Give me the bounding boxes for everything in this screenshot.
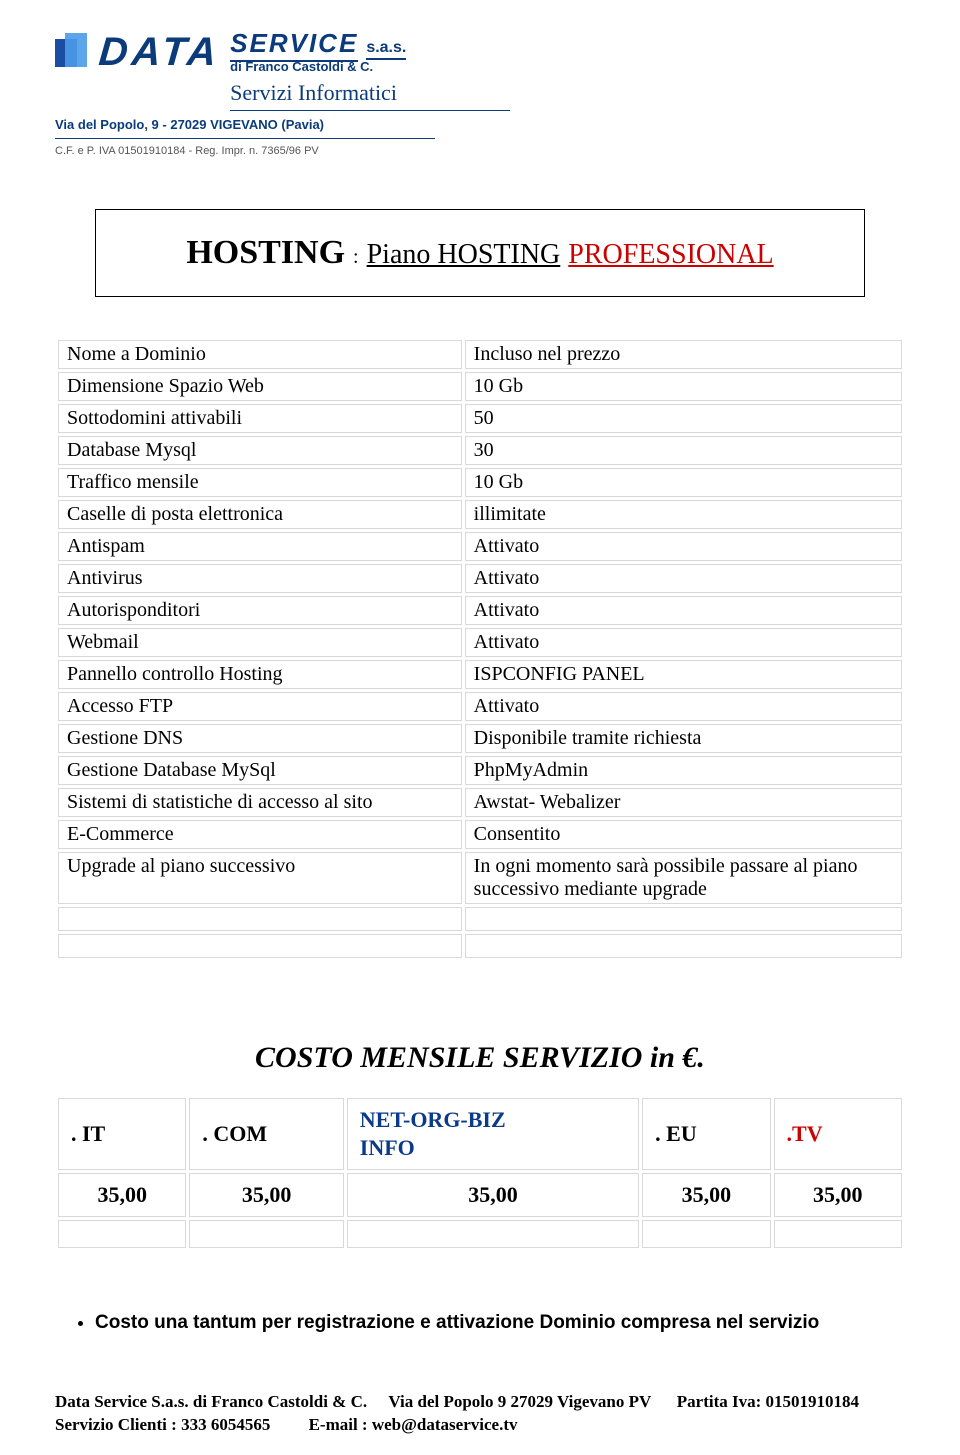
footer-company: Data Service S.a.s. di Franco Castoldi &… <box>55 1392 367 1411</box>
spec-label: Antispam <box>58 532 462 561</box>
brand-script: Servizi Informatici <box>230 80 510 111</box>
spec-row: Dimensione Spazio Web 10 Gb <box>58 372 902 401</box>
spec-value: Disponibile tramite richiesta <box>465 724 902 753</box>
spec-row: WebmailAttivato <box>58 628 902 657</box>
price-net: 35,00 <box>347 1173 639 1217</box>
tld-it: . IT <box>58 1098 186 1170</box>
cost-price-row: 35,00 35,00 35,00 35,00 35,00 <box>58 1173 902 1217</box>
spec-value: Incluso nel prezzo <box>465 340 902 369</box>
footer-email-label: E-mail : <box>309 1415 372 1434</box>
footer-service-phone: 333 6054565 <box>181 1415 270 1434</box>
title-box: HOSTING : Piano HOSTING PROFESSIONAL <box>95 209 865 297</box>
spec-label: Traffico mensile <box>58 468 462 497</box>
spec-row: Database Mysql30 <box>58 436 902 465</box>
spec-value: Awstat- Webalizer <box>465 788 902 817</box>
spec-value: Attivato <box>465 564 902 593</box>
spec-row: Traffico mensile 10 Gb <box>58 468 902 497</box>
spec-row: Sottodomini attivabili 50 <box>58 404 902 433</box>
spec-blank-row <box>58 934 902 958</box>
spec-label: Antivirus <box>58 564 462 593</box>
spec-value: PhpMyAdmin <box>465 756 902 785</box>
brand-suffix: s.a.s. <box>366 39 406 60</box>
spec-label: Sottodomini attivabili <box>58 404 462 433</box>
spec-label: Caselle di posta elettronica <box>58 500 462 529</box>
footer-addr: Via del Popolo 9 27029 Vigevano PV <box>388 1392 651 1411</box>
footer-piva-label: Partita Iva: <box>677 1392 766 1411</box>
spec-row: Gestione DNSDisponibile tramite richiest… <box>58 724 902 753</box>
spec-value: In ogni momento sarà possibile passare a… <box>465 852 902 904</box>
spec-table: Nome a DominioIncluso nel prezzoDimensio… <box>55 337 905 961</box>
spec-value: Attivato <box>465 532 902 561</box>
tld-eu: . EU <box>642 1098 770 1170</box>
spec-row: AntivirusAttivato <box>58 564 902 593</box>
spec-row: Sistemi di statistiche di accesso al sit… <box>58 788 902 817</box>
spec-label: Upgrade al piano successivo <box>58 852 462 904</box>
spec-row: Autorisponditori Attivato <box>58 596 902 625</box>
spec-value: illimitate <box>465 500 902 529</box>
spec-row: Upgrade al piano successivoIn ogni momen… <box>58 852 902 904</box>
tld-net: NET-ORG-BIZ INFO <box>347 1098 639 1170</box>
spec-row: Pannello controllo HostingISPCONFIG PANE… <box>58 660 902 689</box>
spec-row: Gestione Database MySqlPhpMyAdmin <box>58 756 902 785</box>
tld-tv: .TV <box>774 1098 902 1170</box>
spec-value: 50 <box>465 404 902 433</box>
price-eu: 35,00 <box>642 1173 770 1217</box>
brand-word2: SERVICE <box>230 28 358 62</box>
spec-label: Webmail <box>58 628 462 657</box>
note-bullet: Costo una tantum per registrazione e att… <box>95 1311 905 1336</box>
brand-address: Via del Popolo, 9 - 27029 VIGEVANO (Pavi… <box>55 117 435 139</box>
letterhead: DATA SERVICE s.a.s. di Franco Castoldi &… <box>55 30 905 159</box>
spec-value: Attivato <box>465 692 902 721</box>
spec-blank-row <box>58 907 902 931</box>
spec-label: Dimensione Spazio Web <box>58 372 462 401</box>
spec-value: 30 <box>465 436 902 465</box>
cost-table: . IT . COM NET-ORG-BIZ INFO . EU .TV 35,… <box>55 1095 905 1251</box>
spec-row: AntispamAttivato <box>58 532 902 561</box>
spec-label: Accesso FTP <box>58 692 462 721</box>
cost-heading: COSTO MENSILE SERVIZIO in €. <box>55 1041 905 1075</box>
title-colon: : <box>353 246 359 269</box>
spec-label: Database Mysql <box>58 436 462 465</box>
title-plan-name: PROFESSIONAL <box>568 239 773 271</box>
spec-value: Consentito <box>465 820 902 849</box>
price-it: 35,00 <box>58 1173 186 1217</box>
spec-row: E-Commerce Consentito <box>58 820 902 849</box>
spec-label: Sistemi di statistiche di accesso al sit… <box>58 788 462 817</box>
spec-row: Accesso FTPAttivato <box>58 692 902 721</box>
brand-cf: C.F. e P. IVA 01501910184 - Reg. Impr. n… <box>55 145 319 157</box>
footer-email: web@dataservice.tv <box>372 1415 518 1434</box>
spec-value: Attivato <box>465 596 902 625</box>
company-logo-icon: DATA <box>55 30 220 75</box>
spec-value: ISPCONFIG PANEL <box>465 660 902 689</box>
spec-label: Autorisponditori <box>58 596 462 625</box>
footer-piva: 01501910184 <box>766 1392 860 1411</box>
footer-service-label: Servizio Clienti : <box>55 1415 181 1434</box>
spec-label: Gestione Database MySql <box>58 756 462 785</box>
price-tv: 35,00 <box>774 1173 902 1217</box>
spec-label: E-Commerce <box>58 820 462 849</box>
title-piano: Piano HOSTING <box>367 239 561 271</box>
spec-row: Nome a DominioIncluso nel prezzo <box>58 340 902 369</box>
note-block: Costo una tantum per registrazione e att… <box>55 1311 905 1336</box>
tld-com: . COM <box>189 1098 343 1170</box>
title-hosting: HOSTING <box>186 234 345 272</box>
brand-word1: DATA <box>97 30 222 75</box>
cost-empty-row <box>58 1220 902 1248</box>
page-footer: Data Service S.a.s. di Franco Castoldi &… <box>55 1391 905 1437</box>
spec-value: 10 Gb <box>465 468 902 497</box>
spec-label: Gestione DNS <box>58 724 462 753</box>
spec-label: Nome a Dominio <box>58 340 462 369</box>
spec-value: Attivato <box>465 628 902 657</box>
spec-label: Pannello controllo Hosting <box>58 660 462 689</box>
brand-subline: di Franco Castoldi & C. <box>230 59 510 74</box>
spec-row: Caselle di posta elettronica illimitate <box>58 500 902 529</box>
price-com: 35,00 <box>189 1173 343 1217</box>
cost-header-row: . IT . COM NET-ORG-BIZ INFO . EU .TV <box>58 1098 902 1170</box>
spec-value: 10 Gb <box>465 372 902 401</box>
